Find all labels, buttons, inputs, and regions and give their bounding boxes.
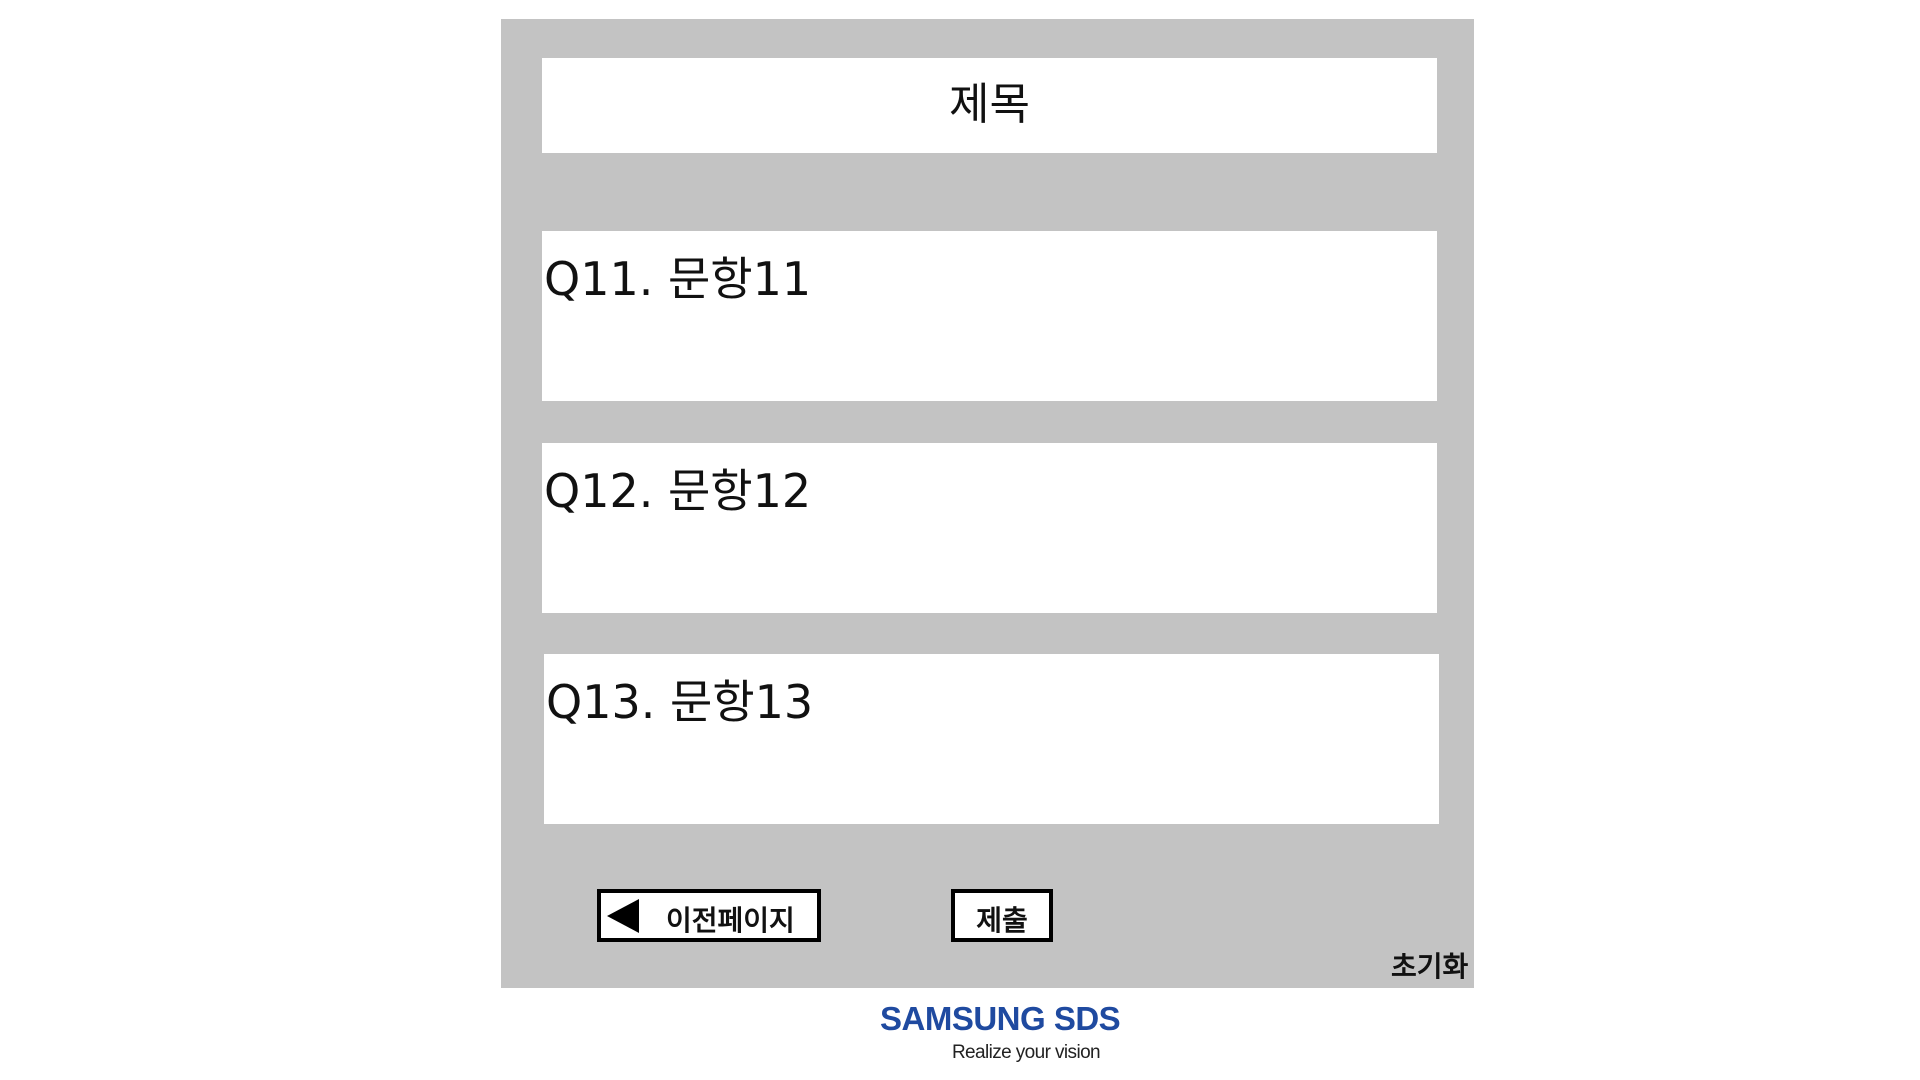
question-13-label: Q13. 문항13 (546, 675, 814, 729)
logo-name: SAMSUNG SDS (880, 1000, 1121, 1037)
submit-button[interactable]: 제출 (951, 889, 1053, 942)
logo-tagline: Realize your vision (951, 1042, 1101, 1063)
previous-page-button[interactable]: 이전페이지 (597, 889, 821, 942)
samsung-sds-logo: SAMSUNG SDS Realize your vision (880, 1000, 1121, 1070)
question-12-box[interactable]: Q12. 문항12 (542, 443, 1437, 613)
page-title: 제목 (949, 79, 1030, 130)
reset-button[interactable]: 초기화 (1391, 945, 1468, 985)
title-box: 제목 (542, 58, 1437, 153)
triangle-left-icon (607, 899, 639, 933)
survey-page: 제목 Q11. 문항11 Q12. 문항12 Q13. 문항13 이전페이지 제… (0, 0, 1920, 1080)
survey-form-panel: 제목 Q11. 문항11 Q12. 문항12 Q13. 문항13 이전페이지 제… (501, 19, 1474, 988)
question-11-box[interactable]: Q11. 문항11 (542, 231, 1437, 401)
question-13-box[interactable]: Q13. 문항13 (544, 654, 1439, 824)
question-12-label: Q12. 문항12 (544, 464, 812, 518)
previous-page-label: 이전페이지 (666, 904, 795, 937)
question-11-label: Q11. 문항11 (544, 252, 812, 306)
submit-label: 제출 (976, 904, 1028, 937)
